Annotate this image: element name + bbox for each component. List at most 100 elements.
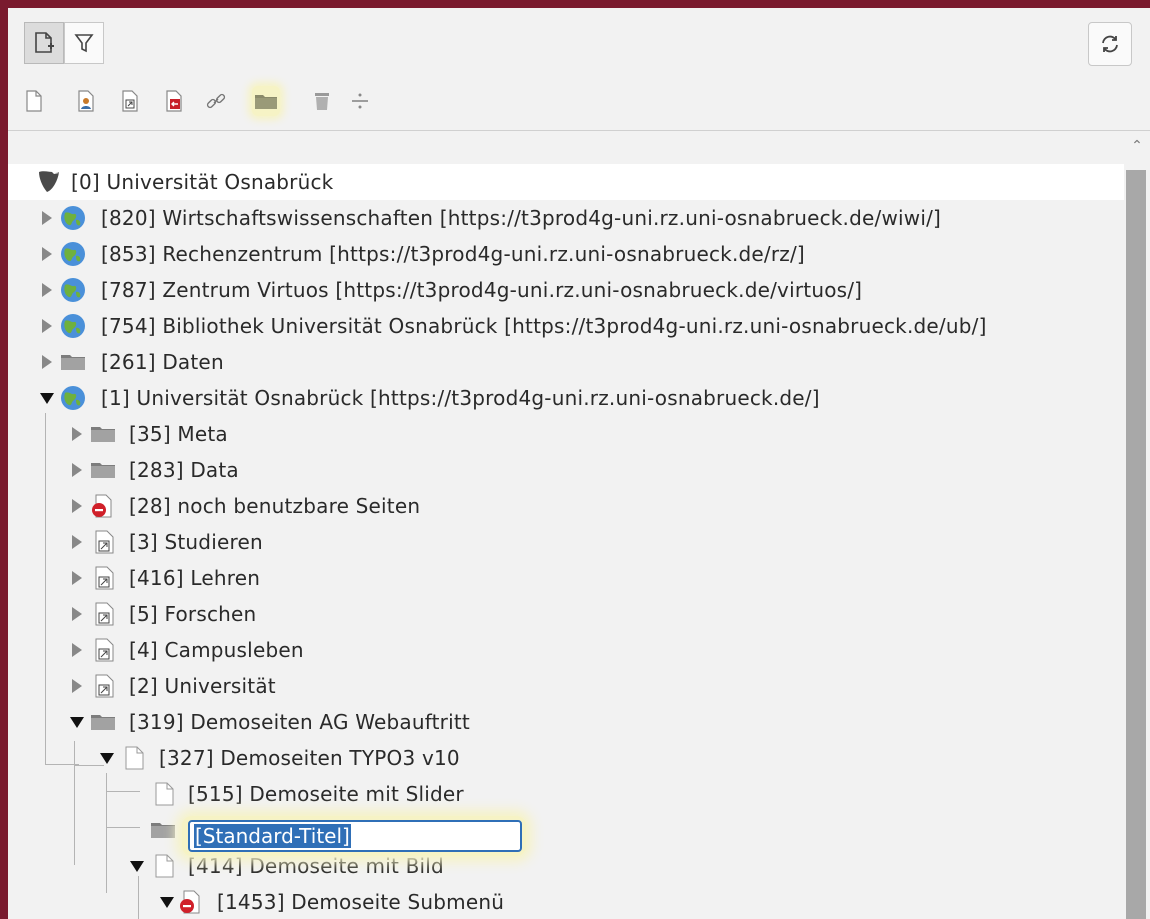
tree-node-754[interactable]: [754] Bibliothek Universität Osnabrück [… [8, 308, 1124, 344]
chevron-right-icon[interactable] [68, 424, 86, 444]
refresh-icon [1102, 35, 1118, 53]
folder-icon [255, 95, 277, 109]
chevron-right-icon[interactable] [38, 280, 56, 300]
chevron-right-icon[interactable] [38, 352, 56, 372]
shortcut-page-icon [95, 602, 114, 626]
tree-node-2[interactable]: [2] Universität [8, 668, 1124, 704]
standard-page-tool[interactable] [20, 86, 48, 116]
tree-node-label: [416] Lehren [129, 566, 261, 590]
globe-icon [61, 242, 85, 266]
new-page-icon [35, 32, 54, 53]
shortcut-page-tool[interactable] [116, 86, 144, 116]
tree-node-label: [853] Rechenzentrum [https://t3prod4g-un… [101, 242, 805, 266]
tree-node-853[interactable]: [853] Rechenzentrum [https://t3prod4g-un… [8, 236, 1124, 272]
standard-page-icon [26, 90, 42, 112]
tree-node-label: [1] Universität Osnabrück [https://t3pro… [101, 386, 820, 410]
folder-icon [91, 715, 115, 730]
chevron-right-icon[interactable] [68, 496, 86, 516]
tree-node-root[interactable]: [0] Universität Osnabrück [8, 164, 1124, 200]
link-icon [206, 93, 226, 109]
tree-node-319[interactable]: [319] Demoseiten AG Webauftritt [8, 704, 1124, 740]
tree-node-4[interactable]: [4] Campusleben [8, 632, 1124, 668]
link-page-tool[interactable] [202, 86, 230, 116]
tree-node-label: [28] noch benutzbare Seiten [129, 494, 421, 518]
tree-node-label: [787] Zentrum Virtuos [https://t3prod4g-… [101, 278, 863, 302]
tree-node-label: [327] Demoseiten TYPO3 v10 [159, 746, 460, 770]
tree-node-35[interactable]: [35] Meta [8, 416, 1124, 452]
chevron-right-icon[interactable] [68, 532, 86, 552]
tree-node-1453[interactable]: [1453] Demoseite Submenü [8, 884, 1124, 919]
tree-node-327[interactable]: [327] Demoseiten TYPO3 v10 [8, 740, 1124, 776]
tree-node-label: [5] Forschen [129, 602, 257, 626]
chevron-down-icon[interactable] [158, 892, 176, 912]
tree-node-label: [754] Bibliothek Universität Osnabrück [… [101, 314, 987, 338]
tree-node-label: [1453] Demoseite Submenü [217, 890, 505, 914]
recycler-page-tool[interactable] [308, 86, 336, 116]
page-tree-panel: [0] Universität Osnabrück [820] Wirtscha… [8, 8, 1150, 919]
tree-node-new-folder[interactable] [8, 812, 1124, 848]
scrollbar-thumb[interactable] [1126, 170, 1146, 919]
tree-node-416[interactable]: [416] Lehren [8, 560, 1124, 596]
external-link-page-tool[interactable] [160, 86, 188, 116]
chevron-right-icon[interactable] [68, 460, 86, 480]
tree-node-label: [35] Meta [129, 422, 228, 446]
tree-node-820[interactable]: [820] Wirtschaftswissenschaften [https:/… [8, 200, 1124, 236]
shortcut-page-icon [95, 530, 114, 554]
chevron-down-icon[interactable] [128, 856, 146, 876]
tree-node-787[interactable]: [787] Zentrum Virtuos [https://t3prod4g-… [8, 272, 1124, 308]
chevron-right-icon[interactable] [68, 568, 86, 588]
separator-icon [352, 93, 368, 109]
tree-node-label: [283] Data [129, 458, 239, 482]
tree-node-261[interactable]: [261] Daten [8, 344, 1124, 380]
tree-node-283[interactable]: [283] Data [8, 452, 1124, 488]
backend-user-page-tool[interactable] [72, 86, 100, 116]
chevron-right-icon[interactable] [38, 208, 56, 228]
hidden-page-icon [92, 494, 112, 518]
filter-button[interactable] [64, 22, 104, 64]
standard-page-icon [155, 782, 174, 806]
globe-icon [61, 278, 85, 302]
chevron-right-icon[interactable] [68, 604, 86, 624]
filter-icon [74, 34, 94, 53]
standard-page-icon [125, 746, 144, 770]
tree-node-label: [515] Demoseite mit Slider [188, 782, 464, 806]
folder-icon [91, 427, 115, 442]
shortcut-page-icon [122, 90, 138, 112]
chevron-right-icon[interactable] [38, 316, 56, 336]
tree-node-3[interactable]: [3] Studieren [8, 524, 1124, 560]
backend-user-page-icon [78, 90, 94, 112]
shortcut-page-icon [95, 638, 114, 662]
hidden-page-icon [180, 890, 200, 914]
globe-icon [61, 386, 85, 410]
chevron-right-icon[interactable] [68, 640, 86, 660]
folder-icon [61, 355, 85, 370]
chevron-down-icon[interactable] [98, 748, 116, 768]
shortcut-page-icon [95, 674, 114, 698]
recycler-icon [315, 93, 329, 110]
refresh-button[interactable] [1088, 22, 1132, 66]
chevron-down-icon[interactable] [38, 388, 56, 408]
chevron-right-icon[interactable] [38, 244, 56, 264]
standard-page-icon [155, 854, 174, 878]
shortcut-page-icon [95, 566, 114, 590]
tree-node-5[interactable]: [5] Forschen [8, 596, 1124, 632]
tree-node-label: [3] Studieren [129, 530, 263, 554]
folder-icon [151, 823, 175, 838]
tree-node-414[interactable]: [414] Demoseite mit Bild [8, 848, 1124, 884]
page-tree[interactable]: [0] Universität Osnabrück [820] Wirtscha… [8, 131, 1124, 919]
folder-page-tool[interactable] [252, 86, 280, 116]
tree-node-label: [4] Campusleben [129, 638, 304, 662]
page-title-edit-input[interactable]: [Standard-Titel] [188, 820, 522, 852]
tree-node-label: [2] Universität [129, 674, 276, 698]
tree-node-label: [414] Demoseite mit Bild [188, 854, 444, 878]
new-page-button[interactable] [24, 22, 64, 64]
tree-node-1[interactable]: [1] Universität Osnabrück [https://t3pro… [8, 380, 1124, 416]
scroll-up-icon[interactable]: ⌃ [1124, 136, 1150, 156]
tree-node-28[interactable]: [28] noch benutzbare Seiten [8, 488, 1124, 524]
chevron-right-icon[interactable] [68, 676, 86, 696]
folder-icon [91, 463, 115, 478]
tree-node-label: [319] Demoseiten AG Webauftritt [129, 710, 470, 734]
chevron-down-icon[interactable] [68, 712, 86, 732]
separator-page-tool[interactable] [346, 86, 374, 116]
tree-node-515[interactable]: [515] Demoseite mit Slider [8, 776, 1124, 812]
